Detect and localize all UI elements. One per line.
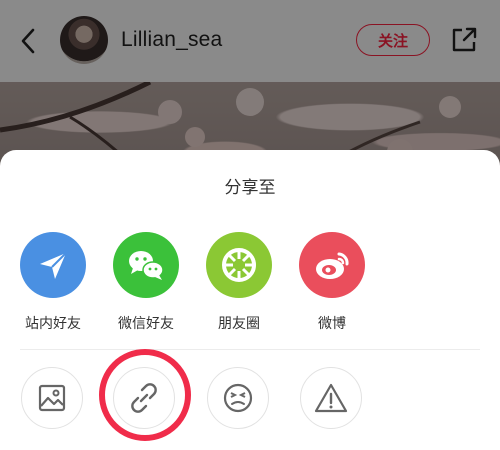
weibo-icon	[299, 232, 365, 298]
wechat-moments-icon	[206, 232, 272, 298]
share-target-label: 微博	[318, 315, 346, 331]
divider	[20, 349, 480, 350]
share-target-wechat-friends[interactable]: 微信好友	[100, 232, 192, 333]
share-target-in-app-friends[interactable]: 站内好友	[7, 232, 99, 333]
share-target-label: 朋友圈	[218, 315, 260, 331]
image-icon	[21, 367, 83, 429]
report-button[interactable]	[300, 367, 366, 433]
warning-icon	[300, 367, 362, 429]
share-target-label: 微信好友	[118, 315, 174, 331]
highlight-circle-annotation	[99, 349, 191, 441]
wechat-icon	[113, 232, 179, 298]
save-image-button[interactable]	[21, 367, 87, 433]
share-target-wechat-moments[interactable]: 朋友圈	[193, 232, 285, 333]
share-sheet-title: 分享至	[224, 178, 276, 197]
not-interested-button[interactable]	[207, 367, 273, 433]
share-target-weibo[interactable]: 微博	[286, 232, 378, 333]
share-sheet: 分享至 站内好友 微信好友 朋友圈 微博	[0, 150, 500, 450]
paper-plane-icon	[20, 232, 86, 298]
dislike-face-icon	[207, 367, 269, 429]
share-target-label: 站内好友	[25, 315, 81, 331]
